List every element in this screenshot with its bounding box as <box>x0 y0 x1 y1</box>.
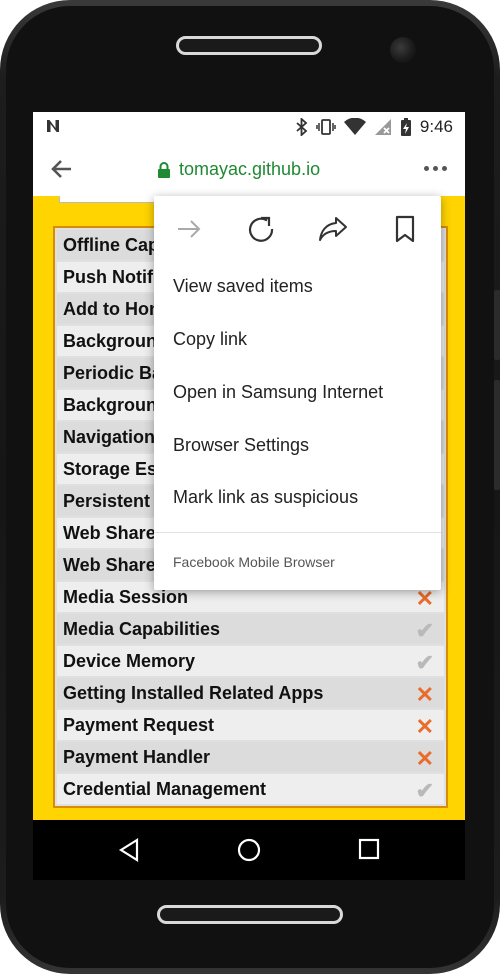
share-icon[interactable] <box>316 212 350 246</box>
feature-label: Storage Es <box>63 458 158 479</box>
feature-label: Add to Hon <box>63 298 160 319</box>
forward-arrow-icon[interactable] <box>172 212 206 246</box>
earpiece-speaker <box>176 36 322 55</box>
menu-copy-link[interactable]: Copy link <box>173 329 247 350</box>
check-icon: ✔ <box>415 650 434 675</box>
bookmark-icon[interactable] <box>388 212 422 246</box>
status-time: 9:46 <box>419 117 453 136</box>
partial-element <box>59 196 161 203</box>
menu-view-saved-items[interactable]: View saved items <box>173 276 313 297</box>
feature-label: Backgroun <box>63 330 158 351</box>
android-nav-bar <box>33 820 465 880</box>
feature-row: Payment Request ✕ <box>57 710 444 740</box>
feature-row: Credential Management ✔ <box>57 774 444 804</box>
bottom-speaker <box>157 905 343 924</box>
browser-toolbar: tomayac.github.io <box>33 144 465 196</box>
feature-label: Payment Handler <box>63 746 211 767</box>
menu-footer: Facebook Mobile Browser <box>173 554 335 570</box>
menu-icon-row <box>154 212 441 252</box>
front-camera <box>390 37 416 63</box>
feature-label: Periodic Ba <box>63 362 163 383</box>
status-icons: 9:46 <box>296 117 453 137</box>
feature-label: Offline Cap <box>63 234 160 255</box>
n-notification-icon <box>45 118 61 139</box>
nav-recents-icon[interactable] <box>358 838 380 860</box>
feature-label: Media Capabilities <box>63 618 221 639</box>
volume-button <box>494 380 500 490</box>
check-icon: ✔ <box>415 778 434 803</box>
feature-label: Device Memory <box>63 650 196 671</box>
overflow-menu: View saved items Copy link Open in Samsu… <box>154 196 441 590</box>
overflow-menu-icon[interactable] <box>424 166 447 171</box>
feature-row: Getting Installed Related Apps ✕ <box>57 678 444 708</box>
nav-home-icon[interactable] <box>237 838 261 862</box>
feature-label: Push Notifi <box>63 266 158 287</box>
lock-icon <box>158 161 170 178</box>
back-arrow-icon[interactable] <box>51 158 73 180</box>
battery-charging-icon <box>400 118 411 136</box>
bluetooth-icon <box>296 118 308 136</box>
menu-browser-settings[interactable]: Browser Settings <box>173 435 309 456</box>
url-text: tomayac.github.io <box>179 159 321 179</box>
refresh-icon[interactable] <box>244 212 278 246</box>
feature-label: Payment Request <box>63 714 215 735</box>
status-bar: 9:46 <box>33 112 465 144</box>
menu-open-in-samsung-internet[interactable]: Open in Samsung Internet <box>173 382 383 403</box>
url-display[interactable]: tomayac.github.io <box>157 159 320 180</box>
feature-label: Persistent <box>63 490 151 511</box>
cross-icon: ✕ <box>415 714 434 739</box>
feature-label: Getting Installed Related Apps <box>63 682 324 703</box>
power-button <box>494 290 500 360</box>
feature-label: Navigation <box>63 426 156 447</box>
menu-mark-link-suspicious[interactable]: Mark link as suspicious <box>173 487 358 508</box>
wifi-icon <box>343 118 366 135</box>
feature-row: Payment Handler ✕ <box>57 742 444 772</box>
screen: 9:46 tomayac.github.io Offline Cap Push N… <box>33 112 465 880</box>
nav-back-icon[interactable] <box>118 838 140 862</box>
no-signal-icon <box>374 119 391 135</box>
feature-label: Web Share <box>63 554 156 575</box>
feature-label: Credential Management <box>63 778 267 799</box>
check-icon: ✔ <box>415 618 434 643</box>
feature-label: Backgroun <box>63 394 158 415</box>
vibrate-icon <box>316 119 336 135</box>
phone-frame: 9:46 tomayac.github.io Offline Cap Push N… <box>0 0 500 974</box>
feature-row: Media Capabilities ✔ <box>57 614 444 644</box>
cross-icon: ✕ <box>415 682 434 707</box>
feature-label: Web Share <box>63 522 156 543</box>
cross-icon: ✕ <box>415 746 434 771</box>
feature-row: Device Memory ✔ <box>57 646 444 676</box>
menu-divider <box>154 532 441 533</box>
